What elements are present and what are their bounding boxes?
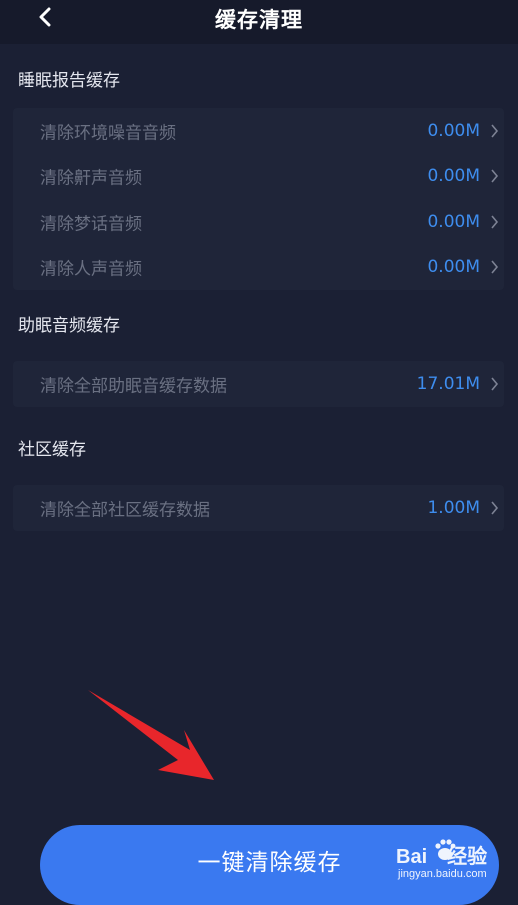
row-label: 清除环境噪音音频 [40, 123, 176, 144]
row-label: 清除全部助眠音缓存数据 [40, 376, 227, 397]
chevron-right-icon [487, 377, 501, 391]
red-arrow-annotation [88, 690, 214, 780]
row-label: 清除人声音频 [40, 259, 142, 280]
sleep-aid-cache-card: 清除全部助眠音缓存数据 17.01M [13, 361, 504, 407]
row-value: 0.00M [427, 211, 480, 232]
row-value: 0.00M [427, 120, 480, 141]
clear-sleep-talk-row[interactable]: 清除梦话音频 0.00M [13, 199, 504, 245]
row-label: 清除全部社区缓存数据 [40, 500, 210, 521]
chevron-right-icon [487, 260, 501, 274]
section-title-sleep-aid: 助眠音频缓存 [18, 316, 120, 336]
sleep-report-cache-card: 清除环境噪音音频 0.00M 清除鼾声音频 0.00M 清除梦话音频 0.00M… [13, 108, 504, 290]
watermark-url: jingyan.baidu.com [398, 868, 487, 880]
clear-snore-row[interactable]: 清除鼾声音频 0.00M [13, 154, 504, 200]
section-title-community: 社区缓存 [18, 440, 86, 460]
chevron-right-icon [487, 124, 501, 138]
nav-header: 缓存清理 [0, 0, 518, 44]
row-label: 清除鼾声音频 [40, 168, 142, 189]
row-value: 0.00M [427, 257, 480, 278]
clear-voice-row[interactable]: 清除人声音频 0.00M [13, 245, 504, 291]
row-value: 17.01M [416, 373, 480, 394]
chevron-right-icon [487, 501, 501, 515]
row-value: 1.00M [427, 497, 480, 518]
clear-ambient-noise-row[interactable]: 清除环境噪音音频 0.00M [13, 108, 504, 154]
community-cache-card: 清除全部社区缓存数据 1.00M [13, 485, 504, 531]
clear-sleep-aid-row[interactable]: 清除全部助眠音缓存数据 17.01M [13, 361, 504, 407]
section-title-sleep-report: 睡眠报告缓存 [18, 71, 120, 91]
chevron-right-icon [487, 169, 501, 183]
row-label: 清除梦话音频 [40, 214, 142, 235]
paw-logo-icon [435, 839, 456, 860]
row-value: 0.00M [427, 166, 480, 187]
chevron-right-icon [487, 215, 501, 229]
clear-community-row[interactable]: 清除全部社区缓存数据 1.00M [13, 485, 504, 531]
baidu-jingyan-watermark: Bai 经验 jingyan.baidu.com [396, 838, 508, 886]
page-title: 缓存清理 [215, 8, 303, 32]
